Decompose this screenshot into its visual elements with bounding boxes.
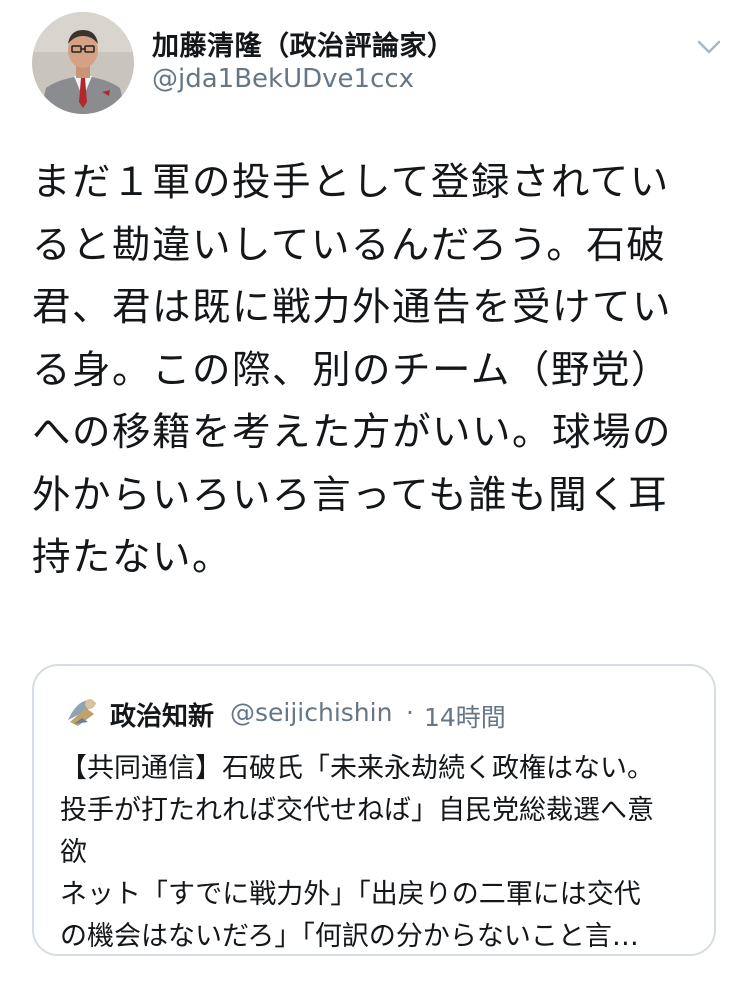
quoted-timestamp[interactable]: 14時間 [424, 698, 506, 734]
chevron-down-icon [697, 40, 721, 54]
tweet-menu-button[interactable] [692, 30, 726, 64]
quoted-author-avatar[interactable] [64, 692, 102, 730]
profile-photo-icon [32, 12, 134, 114]
quoted-tweet-card[interactable]: 政治知新 @seijichishin · 14時間 【共同通信】石破氏「未来永劫… [32, 664, 716, 956]
quoted-text: 【共同通信】石破氏「未来永劫続く政権はない。 投手が打たれれば交代せねば」自民党… [60, 753, 654, 952]
quoted-separator: · [406, 698, 414, 727]
tweet: 加藤清隆（政治評論家） @jda1BekUDve1ccx まだ１軍の投手として登… [0, 0, 750, 984]
author-avatar[interactable] [32, 12, 134, 114]
quoted-handle[interactable]: @seijichishin [230, 698, 392, 727]
author-display-name[interactable]: 加藤清隆（政治評論家） [152, 24, 455, 63]
quoted-display-name[interactable]: 政治知新 [110, 696, 214, 733]
tweet-text: まだ１軍の投手として登録されてい ると勘違いしているんだろう。石破 君、君は既に… [32, 160, 673, 580]
author-handle[interactable]: @jda1BekUDve1ccx [152, 64, 414, 94]
quoted-avatar-icon [64, 692, 102, 730]
